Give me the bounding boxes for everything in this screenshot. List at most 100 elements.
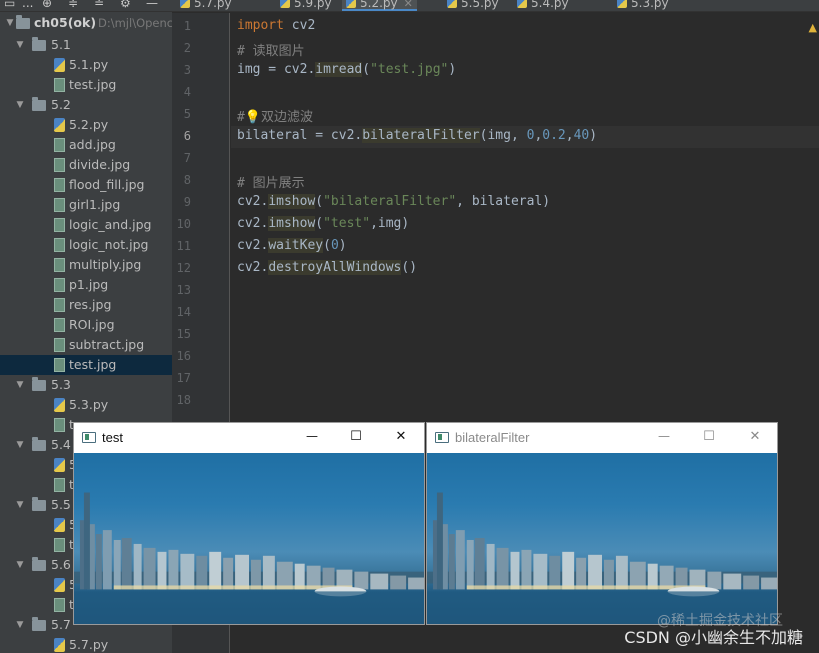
tree-item-label: res.jpg	[69, 297, 112, 312]
chevron-down-icon[interactable]: ▼	[14, 555, 26, 575]
tree-folder[interactable]: ▼ 5.2	[0, 95, 172, 115]
chevron-down-icon[interactable]: ▼	[14, 615, 26, 635]
tab-label: 5.4.py	[531, 0, 569, 10]
code-line[interactable]: cv2.waitKey(0)	[237, 238, 347, 253]
tree-root[interactable]: ▼ ch05(ok) D:\mjl\Openc	[0, 13, 172, 33]
more-button[interactable]: ...	[22, 0, 33, 10]
minimize-button[interactable]: —	[302, 429, 322, 447]
line-number: 4	[183, 85, 191, 99]
tree-file[interactable]: test.jpg	[0, 355, 172, 375]
code-token: bilateral = cv2.	[237, 128, 363, 143]
tree-file[interactable]: 5.1.py	[0, 55, 172, 75]
tree-item-label: girl1.jpg	[69, 197, 121, 212]
tree-item-label: subtract.jpg	[69, 337, 145, 352]
tree-file[interactable]: subtract.jpg	[0, 335, 172, 355]
code-line[interactable]: img = cv2.imread("test.jpg")	[237, 62, 456, 77]
code-line[interactable]: import cv2	[237, 18, 315, 33]
code-token: ()	[401, 260, 418, 275]
tree-file[interactable]: 5.7.py	[0, 635, 172, 653]
tab-5-4-py[interactable]: 5.4.py	[517, 0, 569, 11]
tree-item-label: 5.2.py	[69, 117, 109, 132]
code-token: cv2	[283, 18, 316, 33]
chevron-down-icon[interactable]: ▼	[14, 495, 26, 515]
expand-all-icon[interactable]: ≐	[94, 0, 104, 10]
python-file-icon	[180, 0, 190, 8]
maximize-button[interactable]: ☐	[346, 429, 366, 447]
window-bilateralfilter[interactable]: bilateralFilter — ☐ ✕	[426, 422, 778, 625]
line-number: 14	[176, 305, 191, 319]
tree-file[interactable]: multiply.jpg	[0, 255, 172, 275]
window-app-icon	[82, 432, 96, 443]
close-button[interactable]: ✕	[745, 429, 765, 447]
tree-file[interactable]: girl1.jpg	[0, 195, 172, 215]
hide-icon[interactable]: —	[146, 0, 158, 10]
tab-5-9-py[interactable]: 5.9.py	[280, 0, 332, 11]
tab-5-2-py[interactable]: 5.2.py ✕	[342, 0, 417, 11]
image-file-icon	[54, 218, 65, 232]
folder-icon	[32, 617, 46, 631]
code-line[interactable]: #💡双边滤波	[237, 106, 313, 125]
tree-file[interactable]: logic_and.jpg	[0, 215, 172, 235]
tree-file[interactable]: divide.jpg	[0, 155, 172, 175]
code-line[interactable]: bilateral = cv2.bilateralFilter(img, 0,0…	[237, 128, 597, 143]
python-file-icon	[280, 0, 290, 8]
image-view	[74, 453, 424, 624]
python-file-icon	[54, 58, 65, 72]
line-number: 17	[176, 371, 191, 385]
code-token: (	[315, 216, 324, 231]
line-number: 6	[183, 129, 191, 143]
window-titlebar[interactable]: bilateralFilter — ☐ ✕	[427, 423, 777, 453]
close-button[interactable]: ✕	[391, 429, 411, 447]
code-token: cv2.	[237, 216, 269, 231]
tree-file[interactable]: 5.3.py	[0, 395, 172, 415]
tree-file[interactable]: add.jpg	[0, 135, 172, 155]
python-file-icon	[54, 638, 65, 652]
line-number: 18	[176, 393, 191, 407]
chevron-down-icon[interactable]: ▼	[14, 375, 26, 395]
image-file-icon	[54, 138, 65, 152]
tree-item-label: 5.3	[51, 377, 71, 392]
tree-file[interactable]: logic_not.jpg	[0, 235, 172, 255]
tree-file[interactable]: 5.2.py	[0, 115, 172, 135]
window-titlebar[interactable]: test — ☐ ✕	[74, 423, 424, 453]
window-title: test	[102, 430, 123, 445]
code-token: (	[323, 238, 331, 253]
tree-file[interactable]: p1.jpg	[0, 275, 172, 295]
project-icon[interactable]: ▭	[4, 0, 15, 10]
gear-icon[interactable]: ⚙	[120, 0, 131, 10]
tree-file[interactable]: ROI.jpg	[0, 315, 172, 335]
chevron-down-icon[interactable]: ▼	[14, 95, 26, 115]
tree-folder[interactable]: ▼ 5.1	[0, 35, 172, 55]
tree-folder[interactable]: ▼ 5.3	[0, 375, 172, 395]
lightbulb-icon[interactable]: 💡	[245, 110, 261, 125]
tree-file[interactable]: flood_fill.jpg	[0, 175, 172, 195]
image-file-icon	[54, 278, 65, 292]
maximize-button[interactable]: ☐	[699, 429, 719, 447]
chevron-down-icon[interactable]: ▼	[14, 435, 26, 455]
collapse-all-icon[interactable]: ≑	[68, 0, 78, 10]
image-file-icon	[54, 198, 65, 212]
tab-5-5-py[interactable]: 5.5.py	[447, 0, 499, 11]
code-line[interactable]: cv2.imshow("test",img)	[237, 216, 409, 231]
code-line[interactable]: cv2.destroyAllWindows()	[237, 260, 417, 275]
tab-5-7-py[interactable]: 5.7.py	[180, 0, 232, 11]
close-tab-icon[interactable]: ✕	[404, 0, 413, 10]
tab-5-3-py[interactable]: 5.3.py	[617, 0, 669, 11]
tab-label: 5.9.py	[294, 0, 332, 10]
code-token: "test"	[323, 216, 371, 231]
chevron-down-icon[interactable]: ▼	[4, 13, 16, 33]
code-line[interactable]: # 图片展示	[237, 172, 305, 191]
code-line[interactable]: # 读取图片	[237, 40, 305, 59]
chevron-down-icon[interactable]: ▼	[14, 35, 26, 55]
tree-file[interactable]: res.jpg	[0, 295, 172, 315]
warning-icon[interactable]: ▲	[809, 21, 817, 34]
tree-file[interactable]: test.jpg	[0, 75, 172, 95]
minimize-button[interactable]: —	[654, 429, 674, 447]
line-number: 11	[176, 239, 191, 253]
code-line[interactable]: cv2.imshow("bilateralFilter", bilateral)	[237, 194, 550, 209]
window-test[interactable]: test — ☐ ✕	[73, 422, 425, 625]
code-token: import	[237, 18, 284, 33]
python-file-icon	[517, 0, 527, 8]
add-icon[interactable]: ⊕	[42, 0, 52, 10]
code-token: cv2.	[237, 194, 269, 209]
